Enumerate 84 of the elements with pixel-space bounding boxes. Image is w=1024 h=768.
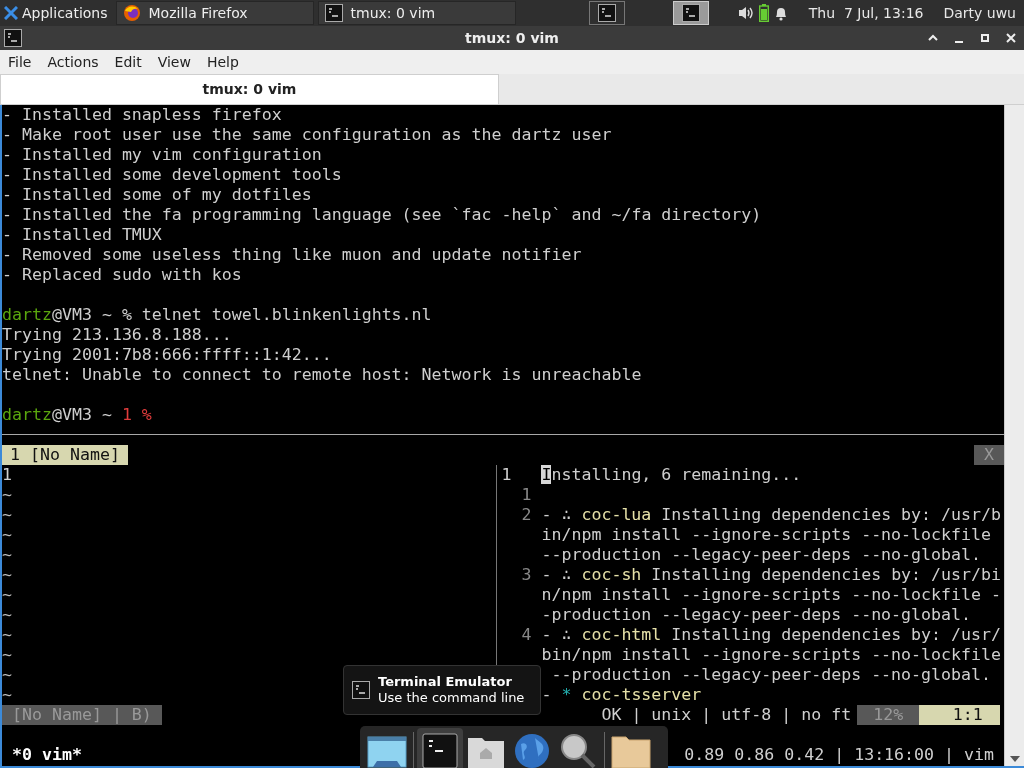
terminal-line: - Removed some useless thing like muon and update notifier [2, 245, 582, 265]
menu-item[interactable]: Edit [106, 51, 150, 73]
line-number: 1 [520, 485, 533, 505]
menu-item[interactable]: View [149, 51, 199, 73]
workspace-button[interactable] [588, 1, 625, 25]
menu-item[interactable]: Actions [39, 51, 107, 73]
close-icon[interactable] [1004, 31, 1018, 45]
terminal-line: - Replaced sudo with kos [2, 265, 242, 285]
terminal-icon [324, 4, 343, 22]
text-line: --production --legacy-peer-deps --no-global. [550, 665, 992, 685]
taskbar-button[interactable]: Mozilla Firefox [115, 1, 314, 25]
terminal-line: - Installed TMUX [2, 225, 162, 245]
empty-line-marker: ~ [2, 685, 12, 705]
empty-line-marker: ~ [2, 525, 12, 545]
terminal-line: Trying 213.136.8.188... [2, 325, 232, 345]
scroll-percent: 12% [857, 705, 920, 725]
text-line: in/npm install --ignore-scripts --no-lockfile [541, 525, 992, 545]
tab[interactable]: tmux: 0 vim [0, 74, 499, 104]
file-info: OK | unix | utf-8 | no ft [601, 705, 852, 725]
menu-item[interactable]: Help [198, 51, 247, 73]
line-number: 4 [520, 625, 533, 645]
terminal-icon [352, 681, 370, 699]
text-line: Installing, 6 remaining... [541, 465, 802, 485]
line-number: 3 [520, 565, 533, 585]
text-line: - * coc-tsserver [541, 685, 702, 705]
line-number: 1 [2, 465, 12, 485]
line-number: 1 [501, 465, 513, 485]
scrollbar[interactable] [1004, 105, 1024, 766]
terminal-line: - Installed my vim configuration [2, 145, 322, 165]
tmux-window[interactable]: *0 vim* [12, 745, 82, 765]
empty-line-marker: ~ [2, 545, 12, 565]
text-line: -production --legacy-peer-deps --no-global. [541, 605, 972, 625]
text-line: bin/npm install --ignore-scripts --no-lockfile [541, 645, 1001, 665]
empty-line-marker: ~ [2, 605, 12, 625]
search-icon [559, 732, 597, 768]
terminal-icon [422, 733, 458, 768]
x-logo-icon [4, 6, 18, 20]
terminal-icon [681, 4, 700, 22]
terminal-line: - Make root user use the same configuration as the dartz user [2, 125, 612, 145]
terminal-line: dartz@VM3 ~ 1 % [2, 405, 152, 425]
terminal-line: Trying 2001:7b8:666:ffff::1:42... [2, 345, 332, 365]
maximize-icon[interactable] [978, 31, 992, 45]
empty-line-marker: ~ [2, 565, 12, 585]
text-line: - ∴ coc-lua Installing dependencies by: /usr/b [541, 505, 1002, 525]
clock[interactable]: Thu 7 Jul, 13:16 [808, 2, 924, 24]
terminal-line: telnet: Unable to connect to remote host: Network is unreachable [2, 365, 642, 385]
text-line: --production --legacy-peer-deps --no-global. [541, 545, 982, 565]
empty-line-marker: ~ [2, 485, 12, 505]
empty-line-marker: ~ [2, 585, 12, 605]
dock-terminal-button[interactable] [417, 728, 463, 768]
globe-icon [513, 732, 551, 768]
line-number: 2 [520, 505, 533, 525]
terminal-line: - Installed the fa programming language (see `fac -help` and ~/fa directory) [2, 205, 762, 225]
tmux-status-info: 0.89 0.86 0.42 | 13:16:00 | vim [684, 745, 994, 765]
empty-line-marker: ~ [2, 665, 12, 685]
empty-line-marker: ~ [2, 505, 12, 525]
desktop-icon [367, 733, 407, 768]
battery-icon[interactable] [758, 4, 769, 22]
folder-icon [610, 733, 652, 768]
volume-icon[interactable] [736, 5, 755, 21]
workspace-button[interactable] [672, 1, 709, 25]
text-line: - ∴ coc-sh Installing dependencies by: /usr/bi [541, 565, 1002, 585]
text-line: - ∴ coc-html Installing dependencies by: /usr/ [541, 625, 1002, 645]
tooltip-text: Use the command line [378, 690, 525, 707]
taskbar-button[interactable]: tmux: 0 vim [317, 1, 516, 25]
terminal-icon [597, 4, 616, 22]
browser-icon [122, 4, 141, 22]
user-name[interactable]: Darty uwu [943, 2, 1016, 24]
cursor-position: 1:1 [919, 705, 1001, 725]
text-line: n/npm install --ignore-scripts --no-lockfile - [541, 585, 1001, 605]
terminal-line: - Installed some of my dotfiles [2, 185, 312, 205]
empty-line-marker: ~ [2, 645, 12, 665]
applications-menu[interactable]: Applications [0, 2, 112, 24]
file-status: [No Name] | B) [2, 705, 162, 725]
tooltip-title: Terminal Emulator [378, 673, 513, 690]
window-title: tmux: 0 vim [465, 28, 559, 48]
buffer-tab[interactable]: 1 [No Name] [2, 445, 128, 465]
terminal-line: dartz@VM3 ~ % telnet towel.blinkenlights.nl [2, 305, 432, 325]
terminal-icon [4, 29, 22, 47]
terminal-line: - Installed snapless firefox [2, 105, 282, 125]
scroll-down-icon[interactable] [1008, 755, 1021, 763]
empty-line-marker: ~ [2, 625, 12, 645]
terminal-line: - Installed some development tools [2, 165, 342, 185]
menu-item[interactable]: File [0, 51, 40, 73]
